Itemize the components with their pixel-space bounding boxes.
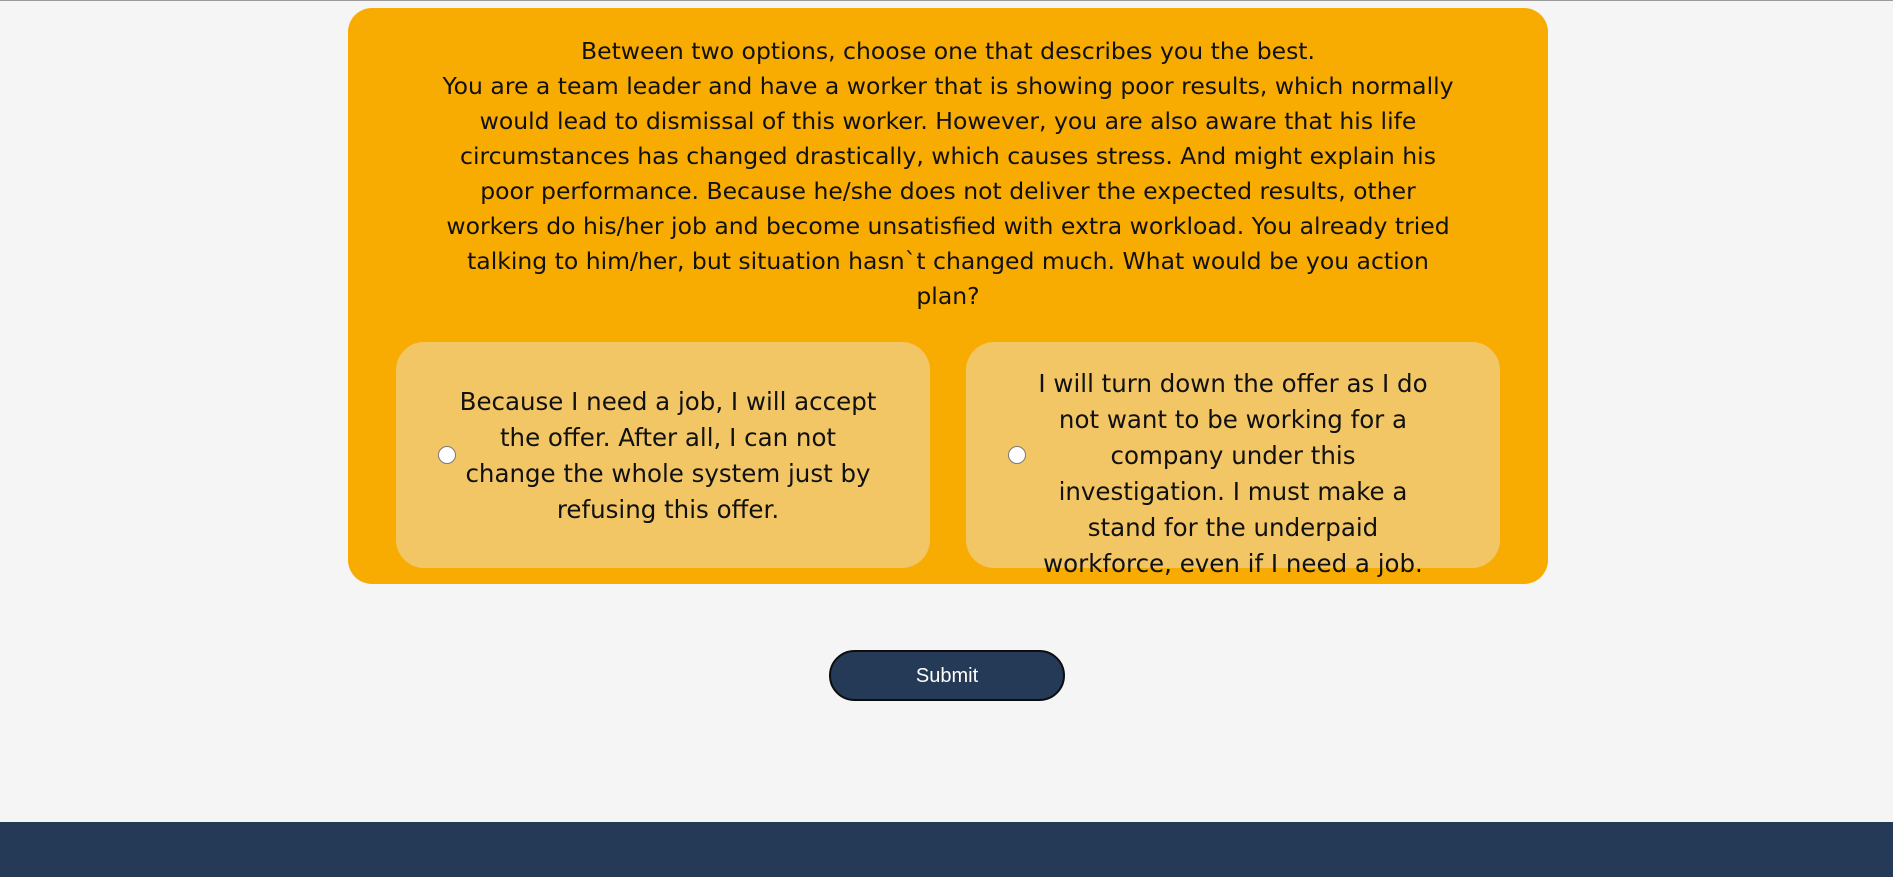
submit-button[interactable]: Submit — [829, 650, 1065, 701]
option-1-text: Because I need a job, I will accept the … — [459, 387, 877, 524]
question-text: Between two options, choose one that des… — [438, 34, 1458, 314]
option-2[interactable]: I will turn down the offer as I do not w… — [966, 342, 1500, 578]
option-2-radio[interactable] — [1008, 446, 1026, 464]
option-1[interactable]: Because I need a job, I will accept the … — [396, 342, 930, 568]
question-card: Between two options, choose one that des… — [348, 8, 1548, 584]
question-scenario: You are a team leader and have a worker … — [442, 72, 1454, 310]
question-instruction: Between two options, choose one that des… — [580, 37, 1315, 65]
footer — [0, 822, 1893, 877]
option-2-text: I will turn down the offer as I do not w… — [1038, 369, 1428, 578]
top-border — [0, 0, 1893, 1]
option-1-radio[interactable] — [438, 446, 456, 464]
